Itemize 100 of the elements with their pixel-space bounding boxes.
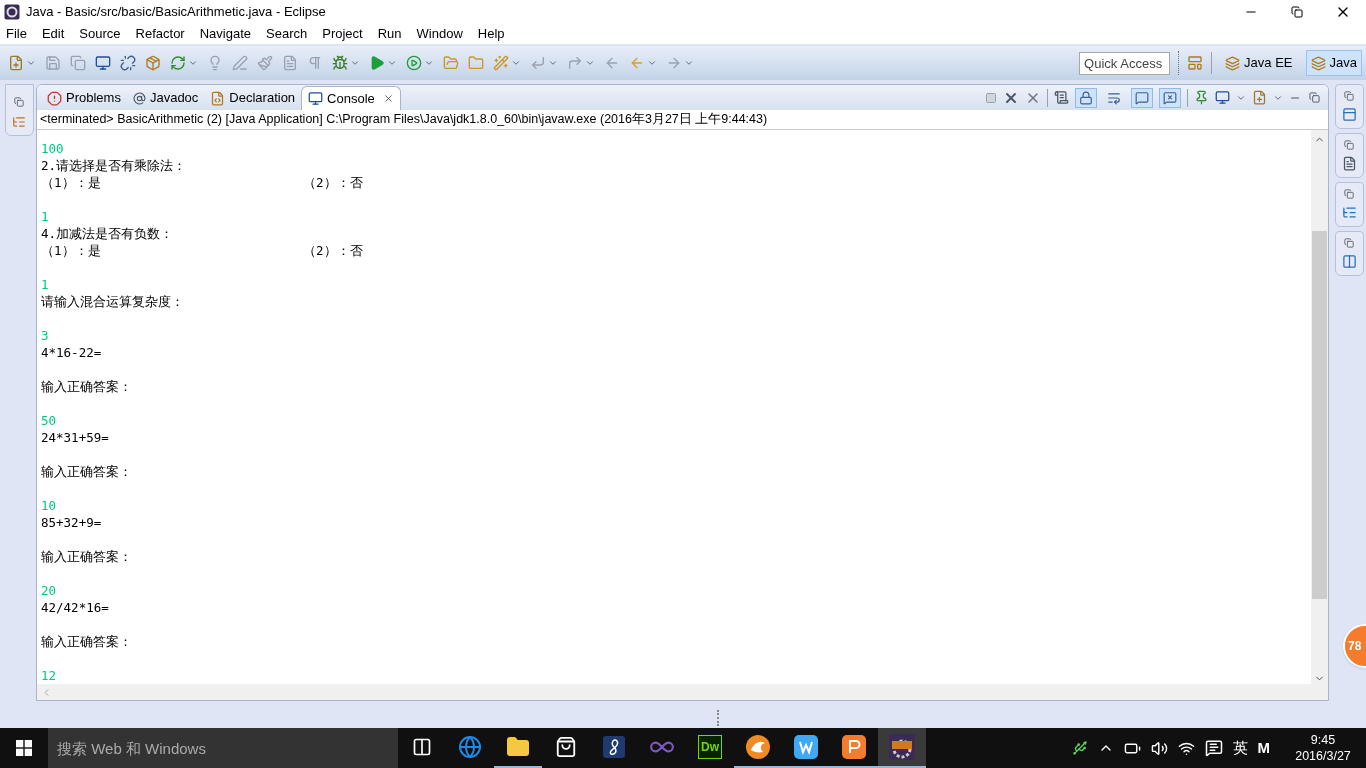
ime-mode[interactable]: M [1257, 736, 1270, 760]
hierarchy-icon[interactable] [12, 115, 26, 129]
previous-annotation-icon[interactable] [567, 55, 583, 71]
restore-icon[interactable] [1344, 140, 1354, 150]
save-all-icon[interactable] [70, 55, 86, 71]
view-icon[interactable] [1341, 254, 1357, 269]
task-view-icon[interactable] [412, 737, 432, 757]
caret-icon[interactable] [350, 58, 360, 68]
menu-item[interactable]: Navigate [199, 24, 251, 44]
ime-indicator[interactable]: 英 [1232, 736, 1248, 760]
menu-item[interactable]: Help [477, 24, 505, 44]
console-input-text: 50 [41, 412, 57, 429]
caret-icon[interactable] [647, 58, 657, 68]
clear-console-icon[interactable] [1054, 90, 1069, 105]
view-tab[interactable]: Javadoc [126, 86, 205, 110]
taskbar-app[interactable]: Dw [686, 728, 734, 768]
last-edit-icon[interactable] [604, 55, 620, 71]
display-console-icon[interactable] [1215, 90, 1230, 105]
restore-icon[interactable] [1344, 189, 1354, 199]
view-tab[interactable]: Declaration [204, 86, 302, 110]
view-icon[interactable] [1341, 156, 1357, 171]
store-icon[interactable] [555, 736, 577, 758]
unlink-icon[interactable] [120, 55, 136, 71]
perspective-icon[interactable] [1225, 55, 1241, 71]
menu-item[interactable]: Run [377, 24, 402, 44]
refresh-icon[interactable] [170, 55, 186, 71]
restore-icon[interactable] [1344, 238, 1354, 248]
save-icon[interactable] [45, 55, 61, 71]
caret-icon[interactable] [684, 58, 694, 68]
console-output: （2）：否 [303, 242, 363, 259]
presentation-app-icon[interactable] [841, 734, 867, 760]
console-icon [308, 91, 324, 106]
caret-icon[interactable] [188, 58, 198, 68]
menu-item[interactable]: Search [266, 24, 308, 44]
app-icon[interactable] [745, 734, 771, 760]
caret-icon[interactable] [387, 58, 397, 68]
package-icon[interactable] [145, 55, 161, 71]
view-tab[interactable]: Problems [41, 86, 127, 110]
clock[interactable]: 9:45 2016/3/27 [1288, 732, 1358, 764]
restore-window-icon[interactable] [1291, 6, 1303, 18]
caret-icon[interactable] [511, 58, 521, 68]
console-output: 85+32+9= [41, 514, 102, 531]
pen-icon[interactable] [232, 55, 248, 71]
terminate-icon[interactable] [985, 91, 997, 104]
app-icon[interactable] [602, 735, 626, 759]
console-output: 4.加减法是否有负数： [41, 225, 174, 242]
open-console-icon[interactable] [1252, 90, 1267, 105]
new-file-icon[interactable] [8, 55, 24, 71]
menu-item[interactable]: Edit [41, 24, 65, 44]
menu-item[interactable]: Window [416, 24, 463, 44]
windows-logo-icon[interactable] [16, 740, 32, 756]
dreamweaver-icon[interactable]: Dw [698, 735, 722, 759]
run-icon[interactable] [369, 55, 385, 71]
horizontal-scrollbar[interactable] [37, 684, 1311, 700]
next-annotation-icon[interactable] [530, 55, 546, 71]
perspective-icon[interactable] [1310, 55, 1326, 71]
caret-icon[interactable] [585, 58, 595, 68]
caret-icon[interactable] [424, 58, 434, 68]
forward-icon[interactable] [666, 55, 682, 71]
monitor-icon[interactable] [95, 55, 111, 71]
browser-icon[interactable] [458, 735, 482, 759]
brush-icon[interactable] [257, 55, 273, 71]
run-config-icon[interactable] [406, 55, 422, 71]
restore-icon[interactable] [1344, 91, 1354, 101]
pin-icon[interactable] [1194, 90, 1209, 105]
window-title: Java - Basic/src/basic/BasicArithmetic.java - Eclipse [26, 3, 326, 22]
open-perspective-icon[interactable] [1187, 55, 1204, 71]
restore-icon[interactable] [1309, 92, 1320, 103]
wand-icon[interactable] [493, 55, 509, 71]
vertical-scrollbar[interactable] [1311, 130, 1328, 700]
close-icon[interactable] [382, 93, 394, 104]
view-icon[interactable] [1341, 205, 1357, 220]
ide-app-icon[interactable] [888, 733, 916, 761]
caret-icon[interactable] [548, 58, 558, 68]
folder-open-icon[interactable] [443, 55, 459, 71]
lightbulb-icon[interactable] [207, 55, 223, 71]
quick-access-field[interactable]: Quick Access [1079, 51, 1171, 75]
pilcrow-icon[interactable] [307, 55, 323, 71]
folder-icon[interactable] [506, 735, 530, 759]
bug-icon[interactable] [332, 55, 348, 71]
menu-item[interactable]: Refactor [135, 24, 185, 44]
scrollbar-thumb[interactable] [1312, 231, 1327, 599]
writer-app-icon[interactable] [793, 734, 819, 760]
console-output: 输入正确答案： [41, 633, 132, 650]
notifications-icon[interactable] [1204, 739, 1223, 757]
menu-item[interactable]: Project [322, 24, 363, 44]
document-icon[interactable] [282, 55, 298, 71]
grip-handle[interactable] [716, 710, 719, 726]
view-icon[interactable] [1341, 107, 1357, 122]
menu-item[interactable]: Source [79, 24, 121, 44]
menu-item[interactable]: File [6, 24, 27, 44]
search-field[interactable]: 搜索 Web 和 Windows [48, 728, 398, 768]
perspective-button[interactable]: Java EE [1220, 50, 1298, 76]
caret-icon[interactable] [26, 58, 36, 68]
volume-icon[interactable] [1150, 739, 1168, 757]
restore-icon[interactable] [14, 97, 24, 107]
usb-icon[interactable] [1071, 740, 1088, 756]
view-tab[interactable]: Console [301, 86, 401, 110]
perspective-button[interactable]: Java [1305, 50, 1362, 76]
taskbar-app[interactable] [878, 728, 926, 768]
